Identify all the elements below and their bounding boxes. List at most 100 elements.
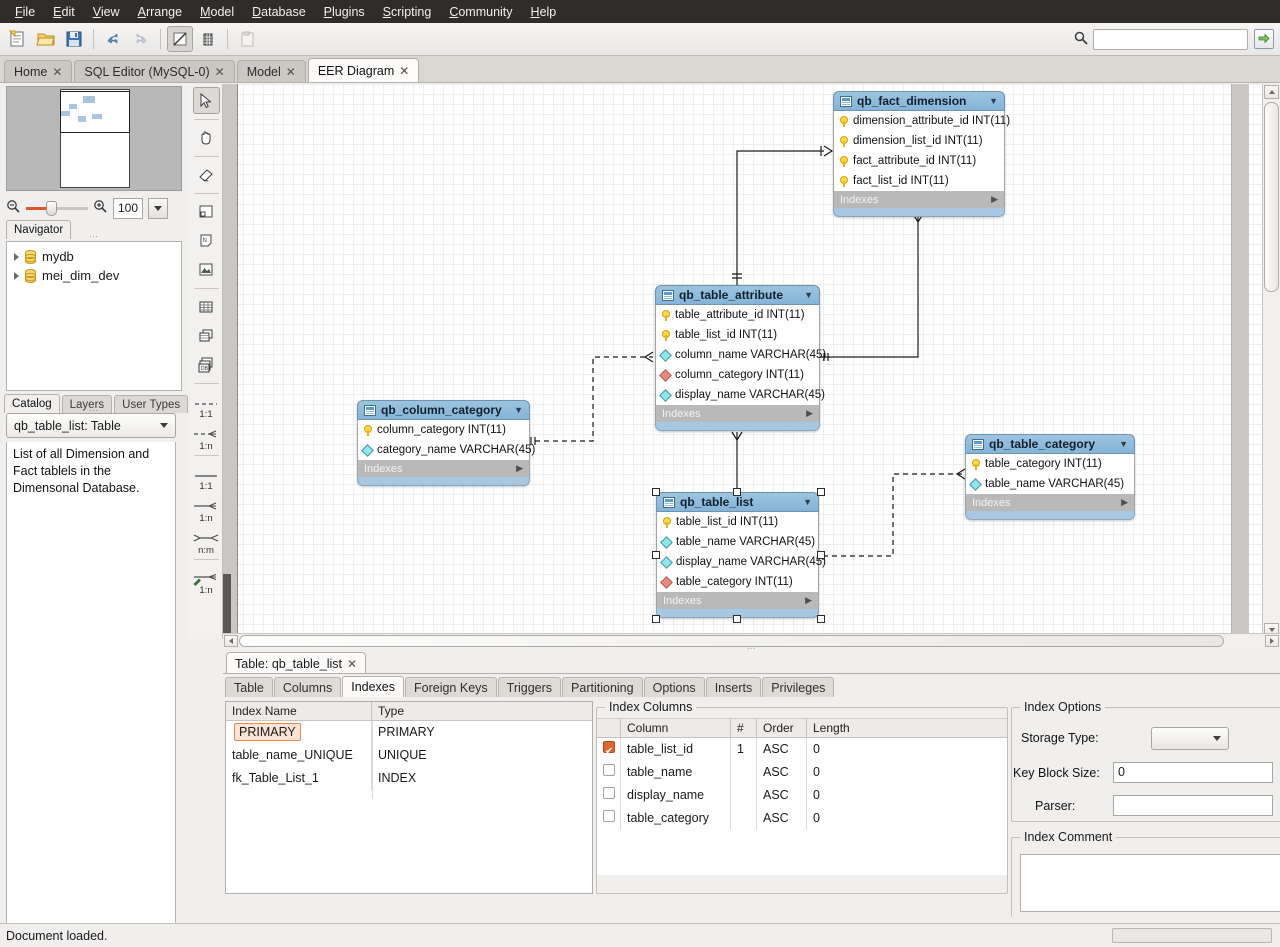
er-column[interactable]: fact_attribute_id INT(11)	[834, 151, 1004, 171]
zoom-level-input[interactable]: 100	[113, 198, 143, 219]
index-column-checkbox[interactable]	[603, 810, 615, 822]
tab-home[interactable]: Home ✕	[4, 60, 72, 82]
resize-handle-n[interactable]	[733, 488, 741, 496]
col-header-length[interactable]: Length	[807, 719, 1007, 737]
er-table-qb_fact_dimension[interactable]: qb_fact_dimension ▼ dimension_attribute_…	[833, 91, 1005, 217]
index-list-grid[interactable]: Index Name Type PRIMARY PRIMARY table_na…	[225, 701, 593, 894]
tab-eer-diagram[interactable]: EER Diagram ✕	[308, 58, 419, 82]
layer-tool-icon[interactable]	[193, 198, 220, 225]
index-column-checkbox[interactable]	[603, 741, 615, 753]
tab-eer-diagram-close-icon[interactable]: ✕	[399, 64, 409, 78]
index-name-value[interactable]: table_name_UNIQUE	[226, 744, 372, 767]
er-column[interactable]: table_category INT(11)	[966, 454, 1134, 474]
key-block-size-input[interactable]: 0	[1113, 762, 1273, 783]
menu-file[interactable]: FFileile	[6, 3, 44, 21]
index-column-sort-order[interactable]: ASC	[757, 738, 807, 761]
er-indexes-row[interactable]: Indexes ▶	[656, 592, 819, 609]
resize-handle-e[interactable]	[817, 551, 825, 559]
menu-database[interactable]: Database	[243, 3, 315, 21]
er-table-qb_table_category[interactable]: qb_table_category ▼ table_category INT(1…	[965, 434, 1135, 520]
index-column-length[interactable]: 0	[807, 807, 1007, 830]
er-column[interactable]: table_name VARCHAR(45)	[657, 532, 818, 552]
er-table-qb_table_list[interactable]: qb_table_list ▼ table_list_id INT(11) ta…	[656, 492, 819, 618]
er-indexes-row[interactable]: Indexes ▶	[833, 191, 1005, 208]
relation-1-n-identifying-icon[interactable]: 1:n	[191, 492, 221, 523]
er-column[interactable]: dimension_list_id INT(11)	[834, 131, 1004, 151]
index-column-sort-order[interactable]: ASC	[757, 761, 807, 784]
index-column-name[interactable]: table_name	[621, 761, 731, 784]
collapse-chevron-icon[interactable]: ▼	[989, 96, 998, 106]
collapse-chevron-icon[interactable]: ▼	[804, 290, 813, 300]
resize-handle-s[interactable]	[733, 615, 741, 623]
table-row[interactable]: PRIMARY PRIMARY	[226, 721, 592, 744]
sub-tab-options[interactable]: Options	[644, 677, 705, 697]
menu-model[interactable]: Model	[191, 3, 243, 21]
er-indexes-row[interactable]: Indexes ▶	[357, 460, 530, 477]
catalog-tree[interactable]: mydb mei_dim_dev	[6, 241, 182, 391]
tab-sql-editor[interactable]: SQL Editor (MySQL-0) ✕	[74, 60, 234, 82]
relation-1-1-nonidentifying-icon[interactable]: 1:1	[191, 388, 221, 419]
er-indexes-row[interactable]: Indexes ▶	[655, 405, 820, 422]
index-column-sort-order[interactable]: ASC	[757, 784, 807, 807]
scroll-up-icon[interactable]	[1264, 85, 1279, 99]
index-column-order-num[interactable]: 1	[731, 738, 757, 761]
paste-icon[interactable]	[234, 26, 260, 52]
table-row[interactable]: table_list_id 1 ASC 0	[597, 738, 1007, 761]
canvas-vertical-scrollbar[interactable]	[1262, 84, 1280, 639]
expand-right-icon[interactable]: ▶	[805, 595, 812, 606]
menu-plugins[interactable]: Plugins	[315, 3, 374, 21]
er-table-header[interactable]: qb_column_category ▼	[357, 400, 530, 420]
col-header-order[interactable]: Order	[757, 719, 807, 737]
open-model-icon[interactable]	[33, 26, 59, 52]
relation-n-m-identifying-icon[interactable]: n:m	[191, 524, 221, 555]
index-column-name[interactable]: table_category	[621, 807, 731, 830]
er-column[interactable]: display_name VARCHAR(45)	[656, 385, 819, 405]
expand-right-icon[interactable]: ▶	[516, 463, 523, 474]
col-header-index-name[interactable]: Index Name	[226, 702, 372, 720]
er-column[interactable]: column_category INT(11)	[656, 365, 819, 385]
zoom-out-icon[interactable]	[6, 199, 21, 217]
relation-1-n-nonidentifying-icon[interactable]: 1:n	[191, 420, 221, 451]
index-column-length[interactable]: 0	[807, 784, 1007, 807]
table-row[interactable]: table_category ASC 0	[597, 807, 1007, 830]
undo-icon[interactable]	[100, 26, 126, 52]
menu-view[interactable]: View	[84, 3, 129, 21]
tree-item-mei_dim_dev[interactable]: mei_dim_dev	[7, 266, 181, 285]
er-column[interactable]: table_list_id INT(11)	[656, 325, 819, 345]
index-type-value[interactable]: PRIMARY	[372, 721, 592, 744]
index-column-sort-order[interactable]: ASC	[757, 807, 807, 830]
er-table-qb_table_attribute[interactable]: qb_table_attribute ▼ table_attribute_id …	[655, 285, 820, 431]
index-type-value[interactable]: INDEX	[372, 767, 592, 790]
parser-input[interactable]	[1113, 795, 1273, 816]
sub-tab-table[interactable]: Table	[225, 677, 273, 697]
table-row[interactable]: table_name_UNIQUE UNIQUE	[226, 744, 592, 767]
menu-help[interactable]: Help	[522, 3, 566, 21]
resize-handle-se[interactable]	[817, 615, 825, 623]
index-column-length[interactable]: 0	[807, 738, 1007, 761]
er-column[interactable]: table_list_id INT(11)	[657, 512, 818, 532]
zoom-slider-knob[interactable]	[46, 201, 57, 216]
menu-arrange[interactable]: Arrange	[129, 3, 191, 21]
er-column[interactable]: dimension_attribute_id INT(11)	[834, 111, 1004, 131]
tab-sql-editor-close-icon[interactable]: ✕	[215, 65, 225, 79]
eer-diagram-canvas[interactable]: qb_fact_dimension ▼ dimension_attribute_…	[223, 84, 1280, 639]
er-indexes-row[interactable]: Indexes ▶	[965, 494, 1135, 511]
sub-tab-indexes[interactable]: Indexes	[342, 676, 404, 697]
expand-right-icon[interactable]: ▶	[1121, 497, 1128, 508]
er-column[interactable]: fact_list_id INT(11)	[834, 171, 1004, 191]
menu-community[interactable]: Community	[440, 3, 521, 21]
hand-tool-icon[interactable]	[193, 124, 220, 151]
index-column-order-num[interactable]	[731, 761, 757, 784]
description-text[interactable]: List of all Dimension and Fact tablels i…	[6, 442, 176, 942]
er-column[interactable]: column_category INT(11)	[358, 420, 529, 440]
index-name-value[interactable]: fk_Table_List_1	[226, 767, 372, 790]
index-columns-grid[interactable]: Column # Order Length table_list_id 1 AS…	[597, 718, 1007, 875]
zoom-level-dropdown[interactable]	[148, 198, 168, 219]
index-type-value[interactable]: UNIQUE	[372, 744, 592, 767]
navigator-minimap[interactable]	[6, 86, 182, 191]
toggle-grid-icon[interactable]	[167, 26, 193, 52]
index-column-checkbox[interactable]	[603, 787, 615, 799]
collapse-chevron-icon[interactable]: ▼	[803, 497, 812, 507]
save-model-icon[interactable]	[61, 26, 87, 52]
object-selector-dropdown[interactable]: qb_table_list: Table	[6, 413, 176, 438]
